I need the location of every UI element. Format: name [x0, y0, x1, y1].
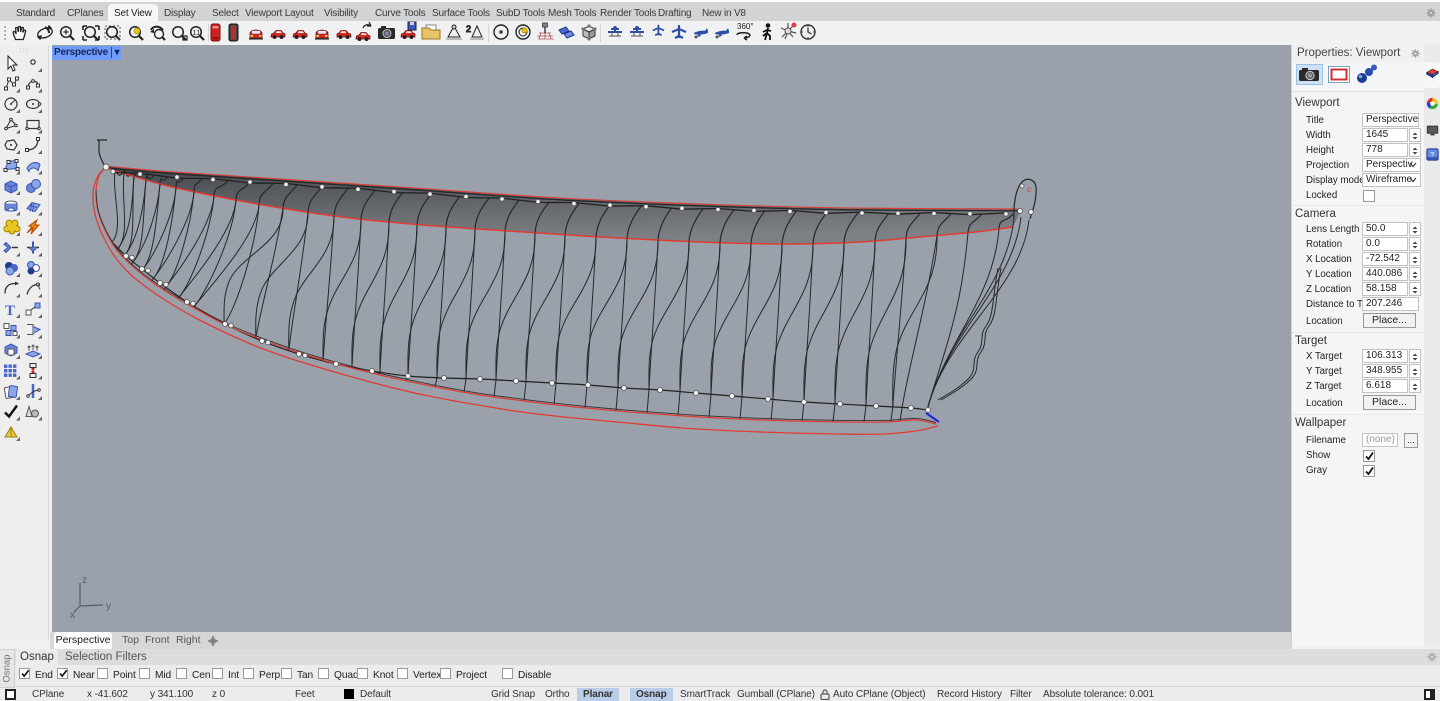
svg-text:11: 11 [193, 28, 201, 37]
svg-text:T: T [5, 303, 15, 319]
svg-text:z: z [82, 575, 87, 586]
svg-text:c: c [1027, 184, 1032, 194]
svg-text:360°: 360° [737, 22, 754, 31]
svg-text:?: ? [1430, 150, 1434, 159]
svg-text:x: x [70, 610, 75, 621]
svg-text:y: y [106, 601, 111, 612]
svg-text:2: 2 [466, 24, 471, 34]
